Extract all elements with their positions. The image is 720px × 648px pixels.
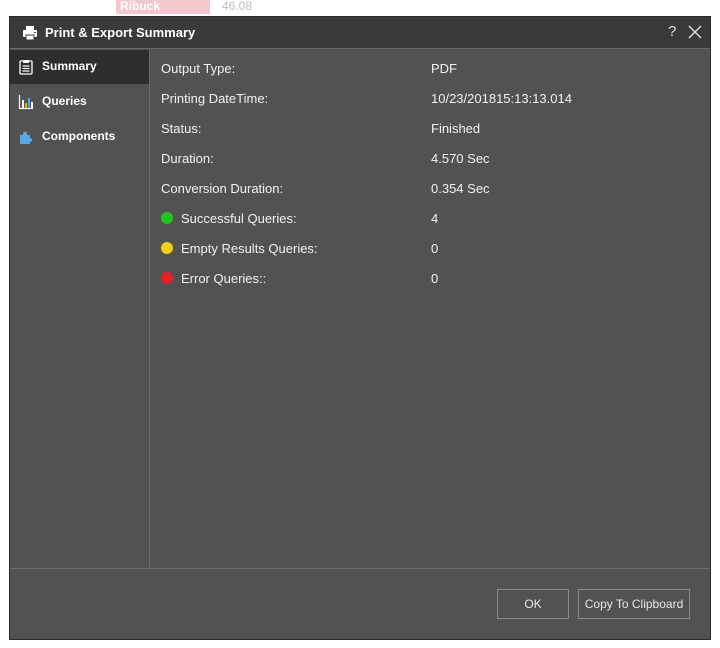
printer-icon xyxy=(23,26,37,41)
sidebar-nav: Summary Queries Components xyxy=(10,50,150,568)
summary-panel: Output Type: PDF Printing DateTime: 10/2… xyxy=(151,50,710,568)
summary-row-output-type: Output Type: PDF xyxy=(151,55,710,85)
summary-row-printing-datetime: Printing DateTime: 10/23/201815:13:13.01… xyxy=(151,85,710,115)
row-label: Error Queries:: xyxy=(181,271,267,286)
summary-row-status: Status: Finished xyxy=(151,115,710,145)
sidebar-item-summary[interactable]: Summary xyxy=(10,50,149,84)
sidebar-item-queries[interactable]: Queries xyxy=(10,85,149,119)
row-label: Conversion Duration: xyxy=(161,181,284,196)
summary-row-successful-queries: Successful Queries: 4 xyxy=(151,205,710,235)
row-label: Duration: xyxy=(161,151,214,166)
dialog-title: Print & Export Summary xyxy=(45,25,196,40)
summary-row-error-queries: Error Queries:: 0 xyxy=(151,265,710,295)
background-cell-value: 46.08 xyxy=(222,0,253,13)
print-export-summary-dialog: Print & Export Summary ? Summary Queries… xyxy=(9,16,711,640)
sidebar-item-label: Queries xyxy=(42,94,87,108)
row-value: PDF xyxy=(431,61,457,76)
row-label: Successful Queries: xyxy=(181,211,297,226)
clipboard-icon xyxy=(19,60,33,75)
dialog-footer: OK Copy To Clipboard xyxy=(10,568,710,639)
background-cell-name: Ribuck xyxy=(116,0,210,14)
status-dot-yellow xyxy=(161,242,173,254)
close-icon[interactable] xyxy=(688,25,702,39)
title-bar[interactable]: Print & Export Summary ? xyxy=(10,17,710,49)
status-dot-green xyxy=(161,212,173,224)
row-label: Status: xyxy=(161,121,202,136)
background-grid: Ribuck 46.08 xyxy=(0,0,720,16)
copy-to-clipboard-button[interactable]: Copy To Clipboard xyxy=(578,589,690,619)
sidebar-item-label: Components xyxy=(42,129,116,143)
summary-row-empty-results-queries: Empty Results Queries: 0 xyxy=(151,235,710,265)
row-value: Finished xyxy=(431,121,481,136)
row-label: Printing DateTime: xyxy=(161,91,269,106)
row-value: 0 xyxy=(431,271,439,286)
help-button[interactable]: ? xyxy=(668,23,676,40)
summary-row-conversion-duration: Conversion Duration: 0.354 Sec xyxy=(151,175,710,205)
row-value: 4.570 Sec xyxy=(431,151,490,166)
bar-chart-icon xyxy=(18,95,33,110)
ok-button[interactable]: OK xyxy=(497,589,569,619)
row-label: Empty Results Queries: xyxy=(181,241,318,256)
row-value: 0 xyxy=(431,241,439,256)
row-value: 4 xyxy=(431,211,439,226)
row-value: 0.354 Sec xyxy=(431,181,490,196)
row-label: Output Type: xyxy=(161,61,236,76)
puzzle-icon xyxy=(20,131,32,144)
status-dot-red xyxy=(161,272,173,284)
sidebar-item-components[interactable]: Components xyxy=(10,120,149,154)
sidebar-item-label: Summary xyxy=(42,59,97,73)
summary-row-duration: Duration: 4.570 Sec xyxy=(151,145,710,175)
row-value: 10/23/201815:13:13.014 xyxy=(431,91,572,106)
